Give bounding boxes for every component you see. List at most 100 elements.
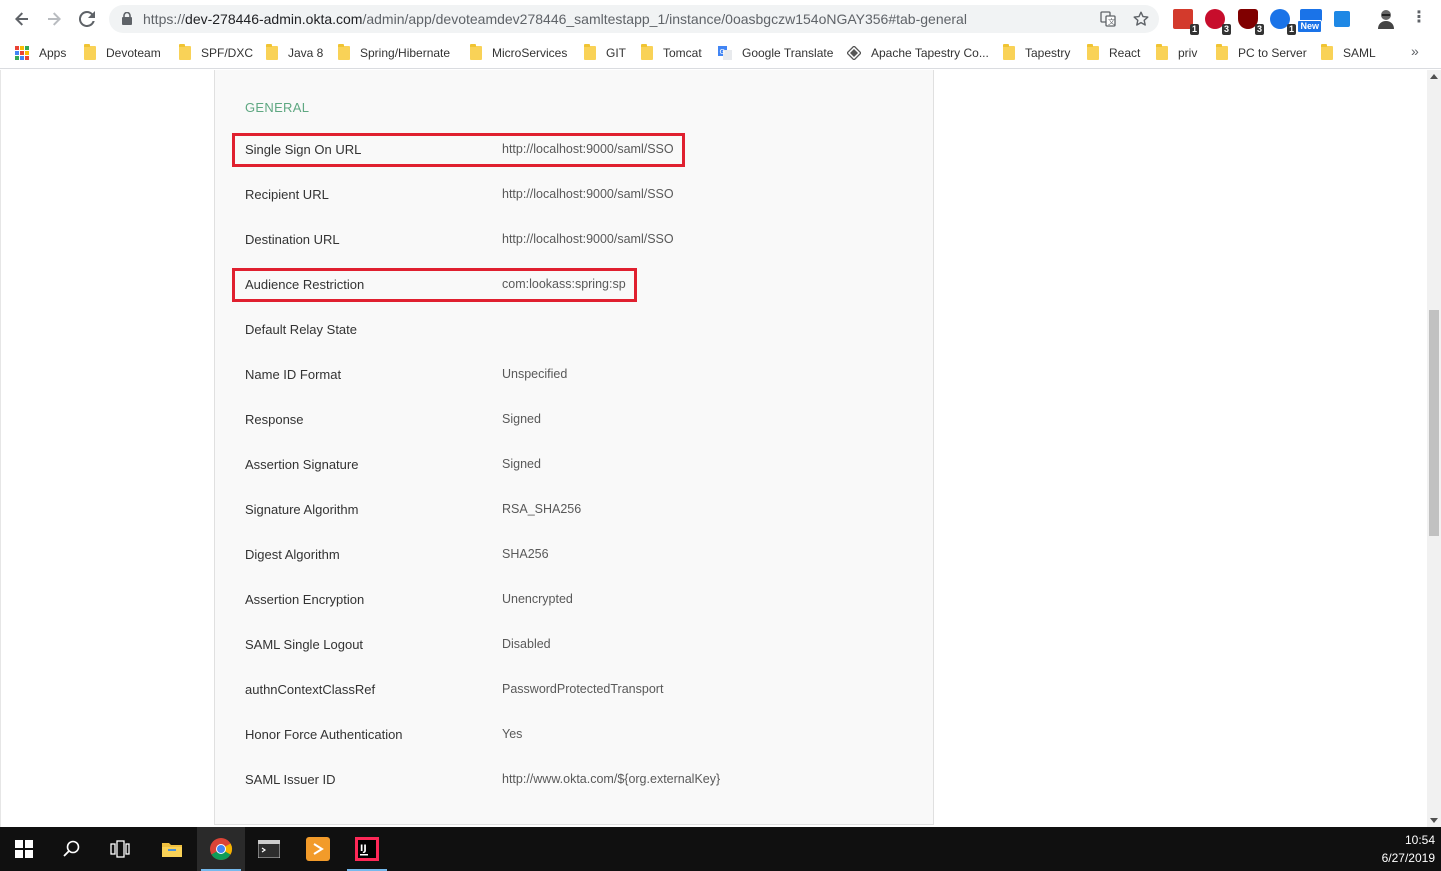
setting-label: Honor Force Authentication: [245, 727, 403, 742]
google-translate-icon: G: [718, 46, 732, 60]
settings-row: Recipient URL http://localhost:9000/saml/…: [245, 185, 905, 205]
chrome-menu-icon[interactable]: ⋮: [1410, 9, 1428, 29]
ublock-icon[interactable]: 3: [1238, 9, 1264, 35]
folder-icon: [84, 44, 96, 60]
lock-icon: [122, 12, 132, 25]
scroll-up-arrow-icon[interactable]: [1430, 74, 1438, 79]
settings-row: SAML Single Logout Disabled: [245, 635, 905, 655]
profile-avatar[interactable]: [1377, 9, 1395, 29]
system-clock[interactable]: 10:54 6/27/2019: [1382, 831, 1435, 867]
vertical-scrollbar[interactable]: [1427, 70, 1441, 827]
setting-value: http://localhost:9000/saml/SSO: [502, 187, 674, 201]
svg-text:文: 文: [1108, 17, 1115, 26]
start-icon[interactable]: [0, 827, 48, 871]
extension-badge: New: [1297, 20, 1322, 33]
highlight-box: [232, 133, 685, 167]
bookmark-folder-tapestry[interactable]: Tapestry: [1003, 43, 1070, 63]
setting-label: Signature Algorithm: [245, 502, 359, 517]
setting-value: PasswordProtectedTransport: [502, 682, 664, 696]
folder-icon: [1321, 44, 1333, 60]
task-view-icon[interactable]: [96, 827, 144, 871]
bookmark-folder-pc-to-server[interactable]: PC to Server: [1216, 43, 1307, 63]
bookmark-label: Apps: [39, 46, 67, 60]
chrome-icon[interactable]: [197, 827, 245, 871]
folder-icon: [1087, 44, 1099, 60]
bookmark-label: Tapestry: [1025, 46, 1071, 60]
reload-icon[interactable]: [71, 3, 103, 35]
forward-icon[interactable]: [38, 3, 70, 35]
bookmark-folder-microservices[interactable]: MicroServices: [470, 43, 567, 63]
bookmark-folder-react[interactable]: React: [1087, 43, 1140, 63]
setting-value: Signed: [502, 412, 541, 426]
bookmark-label: GIT: [606, 46, 626, 60]
saml-tracer-icon[interactable]: [1334, 11, 1350, 27]
svg-text:IJ: IJ: [360, 844, 367, 854]
bookmark-label: Google Translate: [742, 46, 834, 60]
bookmark-star-icon[interactable]: [1132, 10, 1150, 28]
translate-icon[interactable]: 文: [1099, 10, 1117, 28]
bookmark-apache-tapestry[interactable]: Apache Tapestry Co...: [847, 43, 989, 63]
file-explorer-icon[interactable]: [148, 827, 196, 871]
setting-label: Recipient URL: [245, 187, 329, 202]
bookmark-label: React: [1109, 46, 1141, 60]
folder-icon: [266, 44, 278, 60]
setting-label: authnContextClassRef: [245, 682, 376, 697]
settings-row: authnContextClassRef PasswordProtectedTra…: [245, 680, 905, 700]
setting-label: Default Relay State: [245, 322, 358, 337]
setting-value: Signed: [502, 457, 541, 471]
terminal-icon[interactable]: [245, 827, 293, 871]
bookmark-label: Apache Tapestry Co...: [871, 46, 989, 60]
back-icon[interactable]: [6, 3, 38, 35]
highlight-box: [232, 268, 637, 302]
settings-row: Digest Algorithm SHA256: [245, 545, 905, 565]
bookmarks-overflow-icon[interactable]: »: [1411, 43, 1419, 59]
bookmark-google-translate[interactable]: G Google Translate: [718, 43, 833, 63]
folder-icon: [179, 44, 191, 60]
bookmark-label: Tomcat: [663, 46, 702, 60]
bookmark-folder-spf-dxc[interactable]: SPF/DXC: [179, 43, 253, 63]
scroll-thumb[interactable]: [1429, 310, 1439, 536]
folder-icon: [338, 44, 350, 60]
folder-icon: [584, 44, 596, 60]
settings-row: Destination URL http://localhost:9000/sam…: [245, 230, 905, 250]
bookmark-label: SPF/DXC: [201, 46, 254, 60]
todoist-icon[interactable]: 1: [1173, 9, 1199, 35]
setting-value: Unencrypted: [502, 592, 573, 606]
url-path: /admin/app/devoteamdev278446_samltestapp…: [362, 11, 967, 27]
setting-label: Destination URL: [245, 232, 340, 247]
tapestry-icon: [847, 46, 861, 60]
folder-icon: [1003, 44, 1015, 60]
setting-label: Digest Algorithm: [245, 547, 340, 562]
setting-value: SHA256: [502, 547, 549, 561]
extension-badge: 1: [1189, 24, 1199, 35]
bookmark-folder-spring[interactable]: Spring/Hibernate: [338, 43, 450, 63]
page-content: GENERAL Single Sign On URL http://localho…: [0, 70, 1427, 827]
bookmark-label: MicroServices: [492, 46, 568, 60]
setting-value: Disabled: [502, 637, 551, 651]
clock-time: 10:54: [1404, 833, 1435, 847]
browser-toolbar: https://dev-278446-admin.okta.com/admin/…: [0, 0, 1441, 38]
extension-badge: 3: [1221, 24, 1231, 35]
setting-label: Response: [245, 412, 304, 427]
intellij-icon[interactable]: IJ: [343, 827, 391, 871]
extension-icon[interactable]: 1: [1270, 9, 1296, 35]
bookmark-folder-priv[interactable]: priv: [1156, 43, 1197, 63]
bookmark-folder-saml[interactable]: SAML: [1321, 43, 1376, 63]
bookmark-apps[interactable]: Apps: [15, 43, 66, 63]
setting-label: Assertion Signature: [245, 457, 359, 472]
clock-date: 6/27/2019: [1381, 851, 1435, 865]
new-extension-icon[interactable]: New: [1297, 9, 1322, 33]
bookmark-label: Spring/Hibernate: [360, 46, 451, 60]
section-title: GENERAL: [245, 100, 310, 115]
bookmark-folder-java8[interactable]: Java 8: [266, 43, 323, 63]
address-bar[interactable]: https://dev-278446-admin.okta.com/admin/…: [109, 5, 1159, 33]
setting-label: Name ID Format: [245, 367, 342, 382]
search-icon[interactable]: [48, 827, 96, 871]
bookmark-folder-tomcat[interactable]: Tomcat: [641, 43, 702, 63]
setting-value: http://www.okta.com/${org.externalKey}: [502, 772, 721, 786]
abp-icon[interactable]: 3: [1205, 9, 1231, 35]
bookmark-folder-devoteam[interactable]: Devoteam: [84, 43, 161, 63]
sublime-icon[interactable]: [294, 827, 342, 871]
scroll-down-arrow-icon[interactable]: [1430, 818, 1438, 823]
bookmark-folder-git[interactable]: GIT: [584, 43, 626, 63]
